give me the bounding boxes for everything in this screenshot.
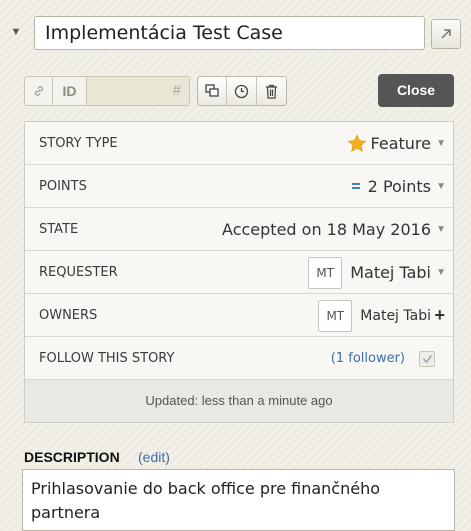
followers-link[interactable]: (1 follower) (331, 351, 405, 366)
points-row[interactable]: POINTS 2 Points ▼ (25, 165, 453, 208)
story-title-input[interactable]: Implementácia Test Case (34, 16, 425, 50)
story-type-value-group: Feature (347, 122, 431, 165)
description-edit-link[interactable]: (edit) (138, 449, 170, 465)
link-icon (34, 86, 43, 96)
updated-timestamp: Updated: less than a minute ago (25, 380, 453, 422)
owners-row: OWNERS MT Matej Tabi + (25, 294, 453, 337)
points-value: 2 Points (367, 177, 431, 196)
add-owner-icon[interactable]: + (434, 294, 445, 337)
story-type-label: STORY TYPE (39, 136, 118, 151)
follow-checkbox[interactable] (419, 350, 435, 367)
story-info-panel: STORY TYPE Feature ▼ POINTS 2 Points ▼ S… (24, 121, 454, 423)
state-dropdown-icon[interactable]: ▼ (436, 208, 446, 251)
checkmark-icon (422, 354, 432, 363)
close-button[interactable]: Close (378, 74, 454, 107)
requester-dropdown-icon[interactable]: ▼ (436, 251, 446, 294)
star-icon (347, 134, 366, 152)
collapse-triangle-icon[interactable]: ▼ (8, 24, 24, 40)
estimate-icon (351, 182, 360, 189)
story-id-group: ID # (24, 76, 190, 106)
story-type-row[interactable]: STORY TYPE Feature ▼ (25, 122, 453, 165)
expand-story-button[interactable] (431, 19, 461, 49)
story-type-dropdown-icon[interactable]: ▼ (436, 122, 446, 165)
owners-label: OWNERS (39, 308, 98, 323)
clone-story-button[interactable] (198, 77, 228, 105)
points-label: POINTS (39, 179, 87, 194)
story-type-value: Feature (370, 134, 431, 153)
points-value-group: 2 Points (351, 165, 431, 208)
clone-icon (205, 84, 219, 97)
id-label[interactable]: ID (53, 77, 87, 105)
owner-name[interactable]: Matej Tabi (360, 308, 431, 324)
story-id-field[interactable]: # (87, 77, 189, 105)
history-icon (234, 84, 249, 98)
state-value: Accepted on 18 May 2016 (222, 220, 431, 239)
copy-link-button[interactable] (25, 77, 53, 105)
owners-value-group: MT Matej Tabi (318, 294, 431, 337)
delete-story-button[interactable] (257, 77, 286, 105)
trash-icon (265, 84, 277, 99)
follow-row: FOLLOW THIS STORY (1 follower) (25, 337, 453, 380)
requester-label: REQUESTER (39, 265, 118, 280)
points-dropdown-icon[interactable]: ▼ (436, 165, 446, 208)
requester-name: Matej Tabi (350, 263, 431, 282)
requester-row[interactable]: REQUESTER MT Matej Tabi ▼ (25, 251, 453, 294)
follow-label: FOLLOW THIS STORY (39, 351, 175, 366)
follow-value-group: (1 follower) (331, 337, 435, 380)
arrow-up-right-icon (441, 29, 451, 39)
state-row[interactable]: STATE Accepted on 18 May 2016 ▼ (25, 208, 453, 251)
owner-avatar: MT (318, 299, 353, 332)
requester-avatar: MT (308, 256, 343, 289)
state-label: STATE (39, 222, 79, 237)
history-button[interactable] (227, 77, 257, 105)
description-label: DESCRIPTION (24, 449, 120, 465)
requester-value-group: MT Matej Tabi (308, 251, 431, 294)
story-actions-group (197, 76, 287, 106)
description-text[interactable]: Prihlasovanie do back office pre finančn… (22, 469, 455, 531)
